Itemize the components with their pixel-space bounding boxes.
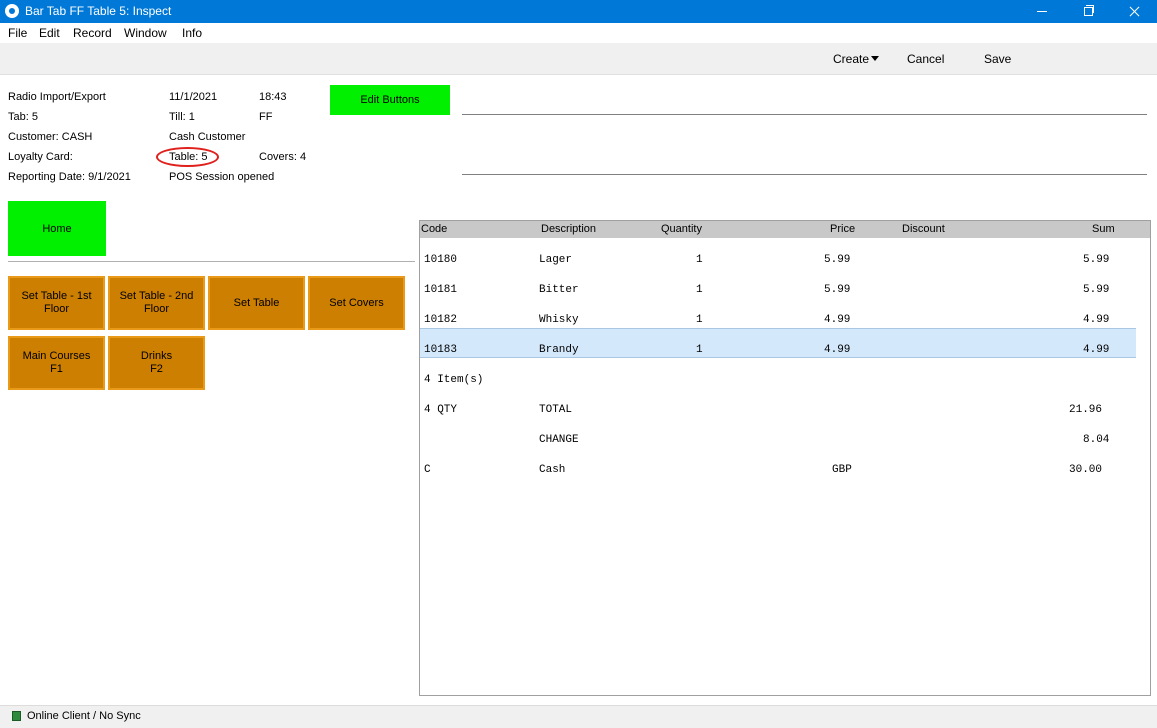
chevron-down-icon[interactable] <box>871 56 879 61</box>
row-sum: 4.99 <box>1083 314 1110 326</box>
row-description: Whisky <box>539 314 579 326</box>
row-price: 4.99 <box>824 314 851 326</box>
change-value: 8.04 <box>1083 434 1110 446</box>
home-button[interactable]: Home <box>8 201 106 256</box>
set-table-2nd-floor-button[interactable]: Set Table - 2nd Floor <box>108 276 205 330</box>
minimize-button[interactable] <box>1019 0 1065 23</box>
column-quantity[interactable]: Quantity <box>661 223 702 235</box>
column-description[interactable]: Description <box>541 223 596 235</box>
divider-middle <box>462 174 1147 175</box>
ff-label: FF <box>259 111 273 123</box>
table-row[interactable]: 10182 Whisky 1 4.99 4.99 <box>420 298 1136 328</box>
payment-value: 30.00 <box>1069 464 1103 476</box>
menu-info[interactable]: Info <box>182 26 202 40</box>
status-bar: Online Client / No Sync <box>0 705 1157 728</box>
item-grid[interactable]: Code Description Quantity Price Discount… <box>419 220 1151 696</box>
menu-window[interactable]: Window <box>124 26 167 40</box>
row-description: Brandy <box>539 344 579 356</box>
reporting-date: Reporting Date: 9/1/2021 <box>8 171 131 183</box>
cancel-button[interactable]: Cancel <box>907 52 944 66</box>
grid-header: Code Description Quantity Price Discount… <box>420 221 1150 238</box>
column-sum[interactable]: Sum <box>1092 223 1115 235</box>
column-price[interactable]: Price <box>830 223 855 235</box>
restore-button[interactable] <box>1065 0 1111 23</box>
row-code: 10180 <box>424 254 458 266</box>
row-code: 10182 <box>424 314 458 326</box>
table-highlight-circle <box>156 147 219 167</box>
set-table-button[interactable]: Set Table <box>208 276 305 330</box>
customer-name: Cash Customer <box>169 131 246 143</box>
loyalty-card-label: Loyalty Card: <box>8 151 73 163</box>
row-quantity: 1 <box>696 284 703 296</box>
row-sum: 5.99 <box>1083 284 1110 296</box>
payment-currency: GBP <box>832 464 852 476</box>
total-label: TOTAL <box>539 404 573 416</box>
total-value: 21.96 <box>1069 404 1103 416</box>
change-label: CHANGE <box>539 434 579 446</box>
sync-status-icon <box>12 711 21 721</box>
divider-top <box>462 114 1147 115</box>
column-discount[interactable]: Discount <box>902 223 945 235</box>
items-count: 4 Item(s) <box>424 374 484 386</box>
edit-buttons-button[interactable]: Edit Buttons <box>330 85 450 115</box>
drinks-button[interactable]: Drinks F2 <box>108 336 205 390</box>
app-icon <box>5 4 19 18</box>
menu-bar: File Edit Record Window Info <box>0 23 1157 43</box>
save-button[interactable]: Save <box>984 52 1011 66</box>
row-price: 5.99 <box>824 284 851 296</box>
row-quantity: 1 <box>696 254 703 266</box>
payment-method: Cash <box>539 464 566 476</box>
session-status: POS Session opened <box>169 171 275 183</box>
set-table-1st-floor-button[interactable]: Set Table - 1st Floor <box>8 276 105 330</box>
title-bar: Bar Tab FF Table 5: Inspect <box>0 0 1157 23</box>
table-row[interactable]: 10180 Lager 1 5.99 5.99 <box>420 238 1136 268</box>
menu-edit[interactable]: Edit <box>39 26 60 40</box>
row-quantity: 1 <box>696 314 703 326</box>
table-row[interactable]: 10181 Bitter 1 5.99 5.99 <box>420 268 1136 298</box>
row-description: Lager <box>539 254 573 266</box>
column-code[interactable]: Code <box>421 223 447 235</box>
close-button[interactable] <box>1111 0 1157 23</box>
table-row-selected[interactable]: 10183 Brandy 1 4.99 4.99 <box>420 328 1136 358</box>
payment-code: C <box>424 464 431 476</box>
customer-code: Customer: CASH <box>8 131 93 143</box>
row-price: 5.99 <box>824 254 851 266</box>
toolbar: Create Cancel Save <box>0 43 1157 75</box>
row-sum: 4.99 <box>1083 344 1110 356</box>
covers-count: Covers: 4 <box>259 151 307 163</box>
divider-left <box>8 261 415 262</box>
menu-file[interactable]: File <box>8 26 27 40</box>
row-code: 10181 <box>424 284 458 296</box>
menu-record[interactable]: Record <box>73 26 112 40</box>
row-quantity: 1 <box>696 344 703 356</box>
total-qty: 4 QTY <box>424 404 458 416</box>
till-number: Till: 1 <box>169 111 195 123</box>
row-price: 4.99 <box>824 344 851 356</box>
transaction-time: 18:43 <box>259 91 287 103</box>
row-description: Bitter <box>539 284 579 296</box>
create-button[interactable]: Create <box>833 52 869 66</box>
tab-number: Tab: 5 <box>8 111 38 123</box>
main-courses-button[interactable]: Main Courses F1 <box>8 336 105 390</box>
radio-import-export-label: Radio Import/Export <box>8 91 106 103</box>
row-sum: 5.99 <box>1083 254 1110 266</box>
transaction-date: 11/1/2021 <box>169 91 218 103</box>
row-code: 10183 <box>424 344 458 356</box>
status-text: Online Client / No Sync <box>27 710 141 722</box>
window-title: Bar Tab FF Table 5: Inspect <box>25 4 172 18</box>
set-covers-button[interactable]: Set Covers <box>308 276 405 330</box>
